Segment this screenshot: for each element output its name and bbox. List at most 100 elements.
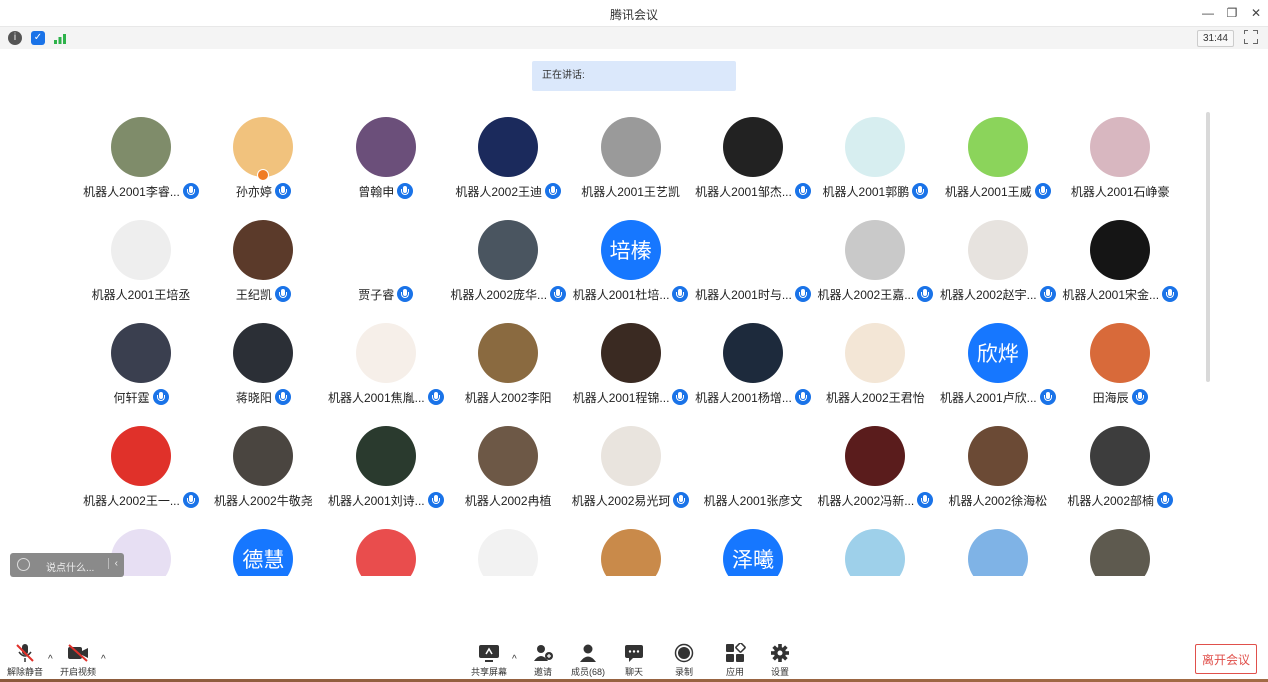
participant-tile[interactable]: 机器人2002牛敬尧 — [202, 422, 324, 525]
participant-name: 机器人2001杜培... — [572, 287, 670, 302]
participant-name: 王纪凯 — [235, 287, 272, 302]
participant-name-row: 机器人2001程锦... — [570, 389, 692, 405]
participant-tile[interactable] — [814, 525, 936, 576]
signal-icon[interactable] — [53, 31, 67, 45]
grid-scrollbar[interactable] — [1206, 112, 1210, 382]
participant-tile[interactable]: 机器人2002庞华... — [447, 216, 569, 319]
participant-tile[interactable]: 机器人2002王嘉... — [814, 216, 936, 319]
participant-name: 机器人2001王威 — [944, 184, 1032, 199]
mic-icon — [274, 389, 291, 405]
unmute-button[interactable]: 解除静音 — [6, 640, 44, 680]
participant-tile[interactable]: 机器人2001程锦... — [570, 319, 692, 422]
participant-tile[interactable]: 蒋晓阳 — [202, 319, 324, 422]
participant-name: 田海辰 — [1092, 390, 1129, 405]
participant-avatar — [723, 220, 783, 280]
participant-tile[interactable] — [447, 525, 569, 576]
participant-tile[interactable]: 机器人2002冯新... — [814, 422, 936, 525]
participant-name-row: 机器人2002冉植 — [447, 492, 569, 508]
participant-name-row: 机器人2001石峥豪 — [1059, 183, 1181, 199]
participant-tile[interactable]: 机器人2002徐海松 — [937, 422, 1059, 525]
participant-tile[interactable]: 何轩霆 — [80, 319, 202, 422]
participant-tile[interactable]: 机器人2001邹杰... — [692, 113, 814, 216]
participant-avatar — [1090, 529, 1151, 576]
shield-icon[interactable]: ✓ — [31, 31, 45, 45]
participant-name: 机器人2001焦胤... — [327, 390, 425, 405]
speaking-indicator: 正在讲话: — [532, 61, 736, 91]
avatar-initials: 欣烨 — [976, 343, 1019, 366]
participant-tile[interactable] — [937, 525, 1059, 576]
participant-tile[interactable]: 机器人2002赵宇... — [937, 216, 1059, 319]
participant-name-row: 机器人2002庞华... — [447, 286, 569, 302]
participant-tile[interactable]: 机器人2002王一... — [80, 422, 202, 525]
collapse-chevron-icon[interactable]: ‹ — [107, 558, 118, 569]
mic-icon — [152, 389, 169, 405]
video-options-chevron-icon[interactable]: ^ — [101, 654, 106, 665]
participant-tile[interactable]: 培榛机器人2001杜培... — [570, 216, 692, 319]
members-button[interactable]: 成员(68) — [568, 640, 608, 680]
meeting-timer: 31:44 — [1196, 30, 1234, 47]
participant-avatar — [723, 426, 783, 486]
participant-tile[interactable]: 机器人2002王君怡 — [814, 319, 936, 422]
leave-meeting-button[interactable]: 离开会议 — [1195, 644, 1257, 674]
participant-tile[interactable]: 机器人2001李睿... — [80, 113, 202, 216]
participant-tile[interactable]: 田海辰 — [1059, 319, 1181, 422]
minimize-icon[interactable]: — — [1200, 5, 1216, 21]
share-screen-button[interactable]: 共享屏幕 — [470, 640, 508, 680]
participant-tile[interactable]: 机器人2002李阳 — [447, 319, 569, 422]
participant-tile[interactable]: 机器人2002冉植 — [447, 422, 569, 525]
participant-name: 机器人2002王嘉... — [817, 287, 915, 302]
participant-tile[interactable]: 机器人2002部楠 — [1059, 422, 1181, 525]
mic-icon — [673, 492, 690, 508]
participant-tile[interactable]: 机器人2001石峥豪 — [1059, 113, 1181, 216]
chat-quick-input[interactable]: 说点什么... ‹ — [10, 553, 124, 577]
info-icon[interactable]: i — [8, 31, 22, 45]
participant-tile[interactable]: 机器人2002易光珂 — [570, 422, 692, 525]
participant-tile[interactable]: 德慧 — [202, 525, 324, 576]
participant-name-row: 机器人2001杜培... — [570, 286, 692, 302]
participant-tile[interactable] — [325, 525, 447, 576]
video-off-icon — [67, 643, 89, 663]
fullscreen-icon[interactable] — [1243, 29, 1258, 44]
participant-tile[interactable]: 王纪凯 — [202, 216, 324, 319]
participant-tile[interactable] — [1059, 525, 1181, 576]
participant-tile[interactable]: 机器人2002王迪 — [447, 113, 569, 216]
restore-icon[interactable]: ❐ — [1224, 5, 1240, 21]
participant-tile[interactable]: 机器人2001王培丞 — [80, 216, 202, 319]
apps-button[interactable]: 应用 — [721, 640, 749, 680]
participant-name-row: 机器人2002易光珂 — [570, 492, 692, 508]
participant-tile[interactable]: 曾翰申 — [325, 113, 447, 216]
participant-tile[interactable]: 机器人2001宋金... — [1059, 216, 1181, 319]
record-button[interactable]: 录制 — [670, 640, 698, 680]
audio-options-chevron-icon[interactable]: ^ — [48, 654, 53, 665]
participant-tile[interactable]: 机器人2001王威 — [937, 113, 1059, 216]
settings-label: 设置 — [770, 667, 789, 677]
participant-tile[interactable]: 机器人2001刘诗... — [325, 422, 447, 525]
participant-grid: 机器人2001李睿... 孙亦婷 曾翰申 机器人2002王迪 机器人2001王艺凯 机器人… — [80, 113, 1190, 576]
participant-avatar — [1090, 323, 1151, 383]
participant-tile[interactable]: 孙亦婷 — [202, 113, 324, 216]
participant-tile[interactable]: 机器人2001焦胤... — [325, 319, 447, 422]
participant-name-row: 机器人2001王威 — [937, 183, 1059, 199]
participant-tile[interactable]: 机器人2001时与... — [692, 216, 814, 319]
participant-tile[interactable]: 欣烨 机器人2001卢欣... — [937, 319, 1059, 422]
start-video-button[interactable]: 开启视频 — [58, 640, 98, 680]
mic-icon — [794, 183, 811, 199]
close-icon[interactable]: ✕ — [1248, 5, 1264, 21]
participant-name: 机器人2001刘诗... — [327, 493, 425, 508]
emoji-icon[interactable] — [17, 558, 30, 571]
invite-button[interactable]: 邀请 — [528, 640, 558, 680]
mic-icon — [427, 492, 444, 508]
participant-tile[interactable]: 贾子睿 — [325, 216, 447, 319]
participant-name: 机器人2002庞华... — [450, 287, 548, 302]
participant-tile[interactable]: 机器人2001郭鹏 — [814, 113, 936, 216]
participant-tile[interactable]: 机器人2001张彦文 — [692, 422, 814, 525]
participant-tile[interactable]: 机器人2001杨增... — [692, 319, 814, 422]
settings-button[interactable]: 设置 — [766, 640, 794, 680]
participant-tile[interactable] — [570, 525, 692, 576]
participant-avatar — [600, 117, 661, 177]
participant-tile[interactable]: 机器人2001王艺凯 — [570, 113, 692, 216]
share-options-chevron-icon[interactable]: ^ — [512, 654, 517, 665]
participant-tile[interactable]: 泽曦 — [692, 525, 814, 576]
chat-button[interactable]: 聊天 — [620, 640, 648, 680]
avatar-initials: 培榛 — [609, 240, 652, 263]
